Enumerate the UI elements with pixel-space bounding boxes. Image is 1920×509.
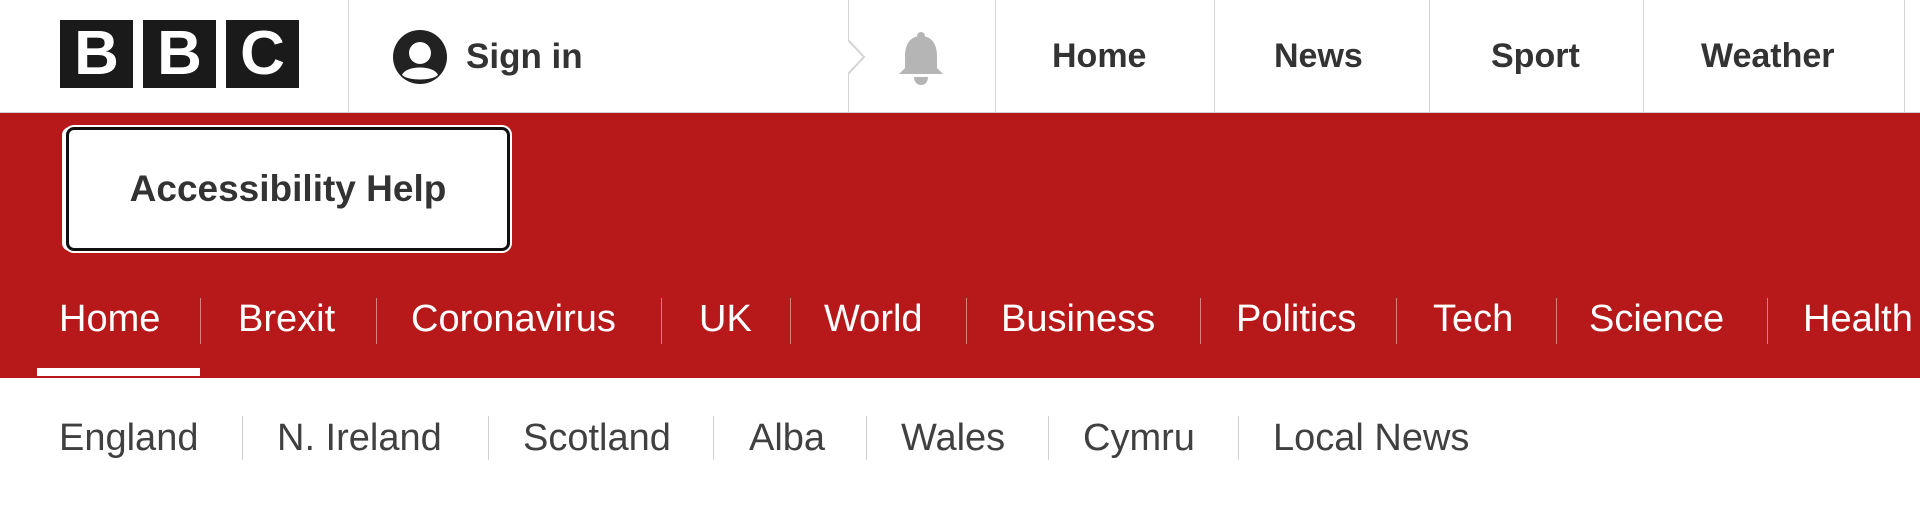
region-cymru[interactable]: Cymru <box>1083 416 1195 460</box>
nav-separator <box>1556 298 1557 344</box>
divider <box>995 0 996 113</box>
primary-nav: Home Brexit Coronavirus UK World Busines… <box>0 262 1920 376</box>
logo-letter-c: C <box>226 20 299 88</box>
region-separator <box>1048 416 1049 460</box>
top-link-home[interactable]: Home <box>1052 0 1146 113</box>
nav-coronavirus[interactable]: Coronavirus <box>411 262 616 376</box>
divider <box>1643 0 1644 113</box>
nav-health[interactable]: Health <box>1803 262 1913 376</box>
region-scotland[interactable]: Scotland <box>523 416 671 460</box>
nav-separator <box>1767 298 1768 344</box>
active-tab-indicator <box>37 368 200 376</box>
nav-tech[interactable]: Tech <box>1433 262 1513 376</box>
nav-separator <box>1396 298 1397 344</box>
nav-politics[interactable]: Politics <box>1236 262 1356 376</box>
nav-separator <box>966 298 967 344</box>
top-link-news[interactable]: News <box>1274 0 1363 113</box>
top-link-sport[interactable]: Sport <box>1491 0 1580 113</box>
accessibility-help-button[interactable]: Accessibility Help <box>66 127 510 251</box>
masthead: B B C Sign in Home News Sport Weather <box>0 0 1920 113</box>
divider <box>1429 0 1430 113</box>
sign-in-label: Sign in <box>466 36 583 76</box>
user-avatar-icon <box>393 29 447 84</box>
nav-business[interactable]: Business <box>1001 262 1155 376</box>
region-separator <box>488 416 489 460</box>
nav-brexit[interactable]: Brexit <box>238 262 335 376</box>
divider <box>1214 0 1215 113</box>
nav-science[interactable]: Science <box>1589 262 1724 376</box>
bbc-logo[interactable]: B B C <box>60 20 299 88</box>
region-separator <box>713 416 714 460</box>
region-wales[interactable]: Wales <box>901 416 1005 460</box>
notifications-button[interactable] <box>895 30 947 91</box>
divider <box>1904 0 1905 113</box>
nav-separator <box>200 298 201 344</box>
nav-uk[interactable]: UK <box>699 262 752 376</box>
nav-world[interactable]: World <box>824 262 923 376</box>
nav-separator <box>661 298 662 344</box>
news-header-band: Accessibility Help Home Brexit Coronavir… <box>0 113 1920 378</box>
region-local-news[interactable]: Local News <box>1273 416 1469 460</box>
nav-separator <box>790 298 791 344</box>
region-separator <box>866 416 867 460</box>
region-separator <box>1238 416 1239 460</box>
region-separator <box>242 416 243 460</box>
region-alba[interactable]: Alba <box>749 416 825 460</box>
divider <box>348 0 349 113</box>
region-nav: England N. Ireland Scotland Alba Wales C… <box>0 378 1920 509</box>
region-england[interactable]: England <box>59 416 198 460</box>
top-link-weather[interactable]: Weather <box>1701 0 1835 113</box>
nav-home[interactable]: Home <box>59 262 160 376</box>
bell-icon <box>899 32 943 85</box>
logo-letter-b1: B <box>60 20 133 88</box>
nav-separator <box>1200 298 1201 344</box>
sign-in-link[interactable]: Sign in <box>392 0 583 113</box>
chevron-divider <box>848 0 866 113</box>
logo-letter-b2: B <box>143 20 216 88</box>
region-n-ireland[interactable]: N. Ireland <box>277 416 442 460</box>
nav-separator <box>376 298 377 344</box>
